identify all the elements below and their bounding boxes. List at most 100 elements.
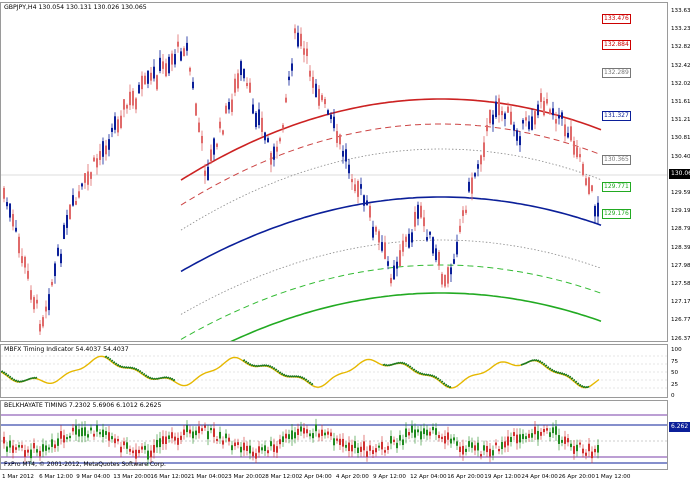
candle-body — [198, 122, 200, 132]
price-chart-canvas[interactable] — [1, 3, 668, 342]
belkhayate-pane[interactable]: BELKHAYATE TIMING 7.2302 5.6906 6.1012 6… — [0, 400, 668, 470]
belkhayate-bar — [315, 424, 317, 432]
belkhayate-bar — [498, 448, 500, 452]
belkhayate-bar — [402, 439, 404, 446]
candle-body — [273, 146, 275, 160]
price-scale-tick: 130.400 — [671, 153, 690, 160]
price-chart-pane[interactable]: GBPJPY,H4 130.054 130.131 130.026 130.06… — [0, 2, 668, 342]
belkhayate-bar — [423, 428, 425, 435]
time-axis-label: 13 Mar 20:00 — [113, 474, 151, 480]
belkhayate-bar — [528, 433, 530, 438]
belkhayate-bar — [12, 445, 14, 453]
belkhayate-bar — [564, 436, 566, 444]
candle-body — [447, 267, 449, 284]
belkhayate-label: BELKHAYATE TIMING 7.2302 5.6906 6.1012 6… — [4, 402, 162, 409]
belkhayate-bar — [555, 426, 557, 435]
mbfx-scale-tick: 75 — [671, 358, 679, 365]
candle-body — [147, 70, 149, 84]
price-scale-tick: 127.980 — [671, 262, 690, 269]
belkhayate-bar — [249, 445, 251, 454]
belkhayate-bar — [66, 437, 68, 440]
price-scale-tick: 126.370 — [671, 335, 690, 342]
belkhayate-bar — [255, 453, 257, 459]
time-axis[interactable]: 1 Mar 2012 6 Mar 12:00 9 Mar 04:00 13 Mar 2… — [0, 471, 668, 489]
candle-body — [42, 317, 44, 327]
belkhayate-bar — [570, 443, 572, 448]
belkhayate-bar — [75, 425, 77, 435]
belkhayate-bar — [153, 444, 155, 453]
belkhayate-bar — [417, 429, 419, 433]
belkhayate-bar — [162, 436, 164, 445]
candle-body — [594, 205, 596, 217]
belkhayate-bar — [54, 444, 56, 449]
belkhayate-bar — [471, 442, 473, 448]
belkhayate-bar — [222, 440, 224, 445]
belkhayate-bar — [108, 432, 110, 441]
belkhayate-bar — [21, 445, 23, 448]
candle-body — [258, 109, 260, 126]
candle-body — [540, 93, 542, 102]
belkhayate-bar — [207, 431, 209, 440]
belkhayate-bar — [393, 439, 395, 443]
candle-body — [69, 204, 71, 220]
channel-level-tag: 130.365 — [602, 155, 631, 165]
time-axis-label: 12 Apr 04:00 — [410, 474, 447, 480]
mbfx-scale[interactable]: 100 75 50 25 0 — [669, 344, 690, 399]
candle-body — [513, 124, 515, 131]
belkhayate-bar — [537, 430, 539, 440]
belkhayate-bar — [258, 446, 260, 453]
belkhayate-bar — [252, 451, 254, 457]
candle-body — [267, 138, 269, 143]
belkhayate-bar — [594, 448, 596, 453]
candle-body — [387, 261, 389, 266]
channel-level-tag: 132.289 — [602, 68, 631, 78]
belkhayate-bar — [285, 433, 287, 439]
belkhayate-bar — [231, 445, 233, 451]
belkhayate-bar — [558, 435, 560, 444]
candle-body — [171, 53, 173, 65]
belkhayate-bar — [432, 426, 434, 431]
candle-body — [408, 233, 410, 248]
belkhayate-bar — [87, 434, 89, 438]
time-axis-label: 24 Apr 04:00 — [521, 474, 558, 480]
candle-body — [246, 83, 248, 87]
belkhayate-bar — [462, 445, 464, 455]
time-axis-label: 16 Apr 20:00 — [447, 474, 484, 480]
candle-body — [201, 135, 203, 144]
belkhayate-bar — [18, 445, 20, 448]
mbfx-scale-tick: 0 — [671, 393, 675, 399]
belkhayate-bar — [318, 433, 320, 438]
candle-body — [327, 110, 329, 115]
belkhayate-bar — [483, 445, 485, 451]
mbfx-indicator-pane[interactable]: MBFX Timing Indicator 54.4037 54.4037 — [0, 344, 668, 398]
belkhayate-bar — [141, 446, 143, 450]
chart-window[interactable]: GBPJPY,H4 130.054 130.131 130.026 130.06… — [0, 0, 690, 489]
candle-body — [552, 108, 554, 116]
candle-body — [204, 170, 206, 176]
belkhayate-bar — [282, 436, 284, 443]
belkhayate-bar — [30, 449, 32, 459]
candle-body — [243, 68, 245, 79]
candle-body — [186, 42, 188, 51]
belkhayate-bar — [261, 447, 263, 451]
candle-body — [570, 126, 572, 141]
candle-body — [378, 231, 380, 243]
belkhayate-bar — [561, 439, 563, 443]
candle-body — [279, 138, 281, 142]
belkhayate-bar — [69, 435, 71, 439]
belkhayate-bar — [546, 428, 548, 431]
belkhayate-bar — [447, 432, 449, 440]
candle-body — [117, 119, 119, 133]
belkhayate-bar — [345, 444, 347, 448]
belkhayate-bar — [159, 438, 161, 448]
belkhayate-canvas[interactable] — [1, 401, 668, 470]
time-axis-label: 2 Apr 04:00 — [298, 474, 332, 480]
belkhayate-bar — [189, 429, 191, 434]
belkhayate-bar — [57, 438, 59, 446]
candle-body — [492, 114, 494, 125]
belkhayate-bar — [294, 432, 296, 439]
belkhayate-bar — [420, 431, 422, 440]
candle-body — [396, 261, 398, 269]
belkhayate-bar — [582, 448, 584, 454]
candle-body — [444, 274, 446, 287]
